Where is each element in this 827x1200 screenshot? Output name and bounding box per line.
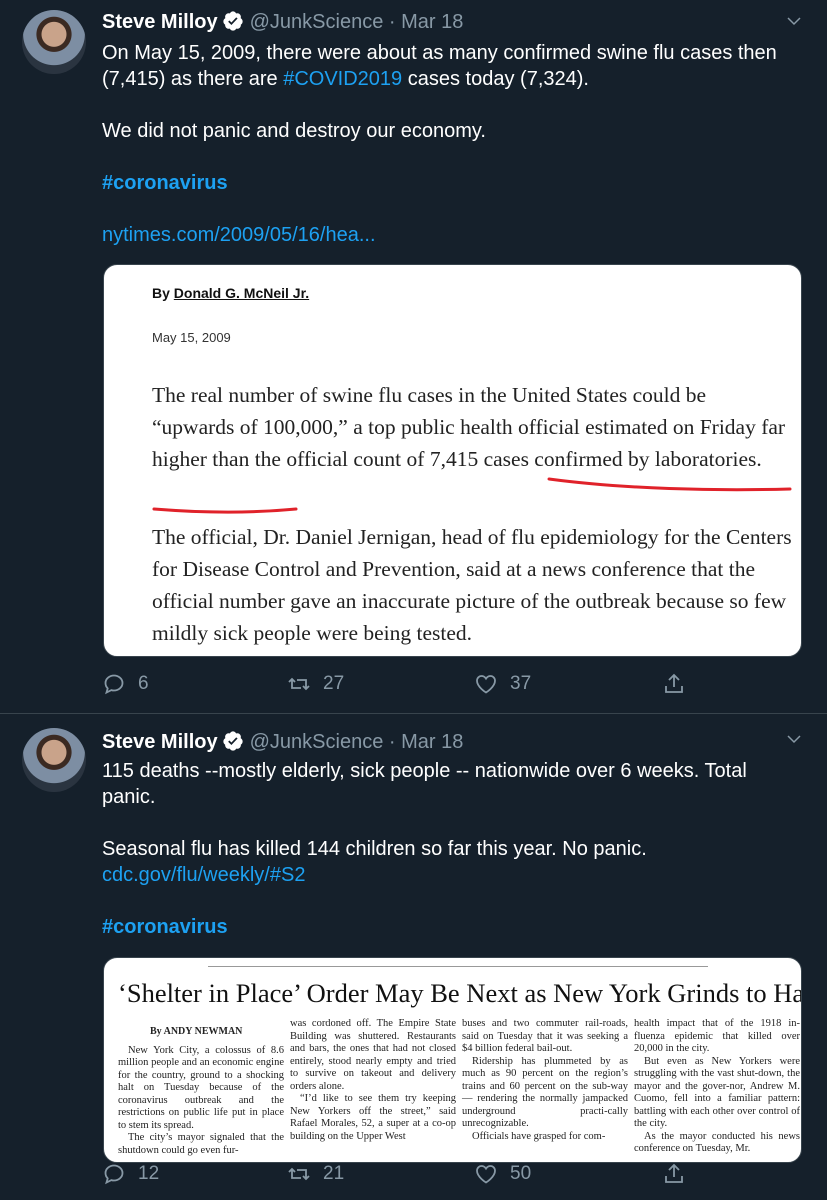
column-paragraph: buses and two commuter rail-roads, said … bbox=[462, 1018, 628, 1054]
author-handle[interactable]: @JunkScience bbox=[250, 11, 384, 33]
column-paragraph: was cordoned off. The Empire State Build… bbox=[290, 1018, 456, 1092]
article-image-card[interactable]: ‘Shelter in Place’ Order May Be Next as … bbox=[103, 957, 802, 1163]
reply-count: 12 bbox=[138, 1163, 160, 1184]
column-paragraph: “I’d like to see them try keeping New Yo… bbox=[290, 1093, 456, 1142]
article-headline: ‘Shelter in Place’ Order May Be Next as … bbox=[118, 978, 802, 1008]
tweet-header: Steve Milloy @JunkScience · Mar 18 bbox=[102, 730, 463, 754]
column-paragraph: As the mayor conducted his news conferen… bbox=[634, 1130, 800, 1155]
tweet-2[interactable]: Steve Milloy @JunkScience · Mar 18 115 de… bbox=[0, 714, 827, 1200]
share-icon bbox=[665, 673, 683, 693]
headline-rule bbox=[208, 966, 708, 967]
column-paragraph: New York City, a colossus of 8.6 million… bbox=[118, 1044, 284, 1131]
separator-dot: · bbox=[388, 11, 396, 33]
tweet-text-line: 115 deaths --mostly elderly, sick people… bbox=[102, 760, 747, 808]
reply-icon bbox=[104, 1164, 124, 1185]
column-paragraph: But even as New Yorkers were struggling … bbox=[634, 1055, 800, 1130]
like-icon bbox=[476, 675, 496, 694]
like-button[interactable]: 37 bbox=[474, 672, 531, 696]
column-paragraph: The city’s mayor signaled that the shutd… bbox=[118, 1132, 284, 1156]
article-column: buses and two commuter rail-roads, said … bbox=[462, 1018, 628, 1143]
like-button[interactable]: 50 bbox=[474, 1162, 531, 1186]
tweet-text-line: Seasonal flu has killed 144 children so … bbox=[102, 838, 647, 860]
retweet-icon bbox=[288, 1167, 310, 1181]
hashtag-link[interactable]: #COVID2019 bbox=[283, 68, 402, 90]
reply-count: 6 bbox=[138, 673, 149, 694]
reply-button[interactable]: 12 bbox=[102, 1162, 159, 1186]
retweet-icon bbox=[288, 677, 310, 691]
tweet-date[interactable]: Mar 18 bbox=[401, 11, 463, 33]
retweet-count: 27 bbox=[323, 673, 345, 694]
tweet-header: Steve Milloy @JunkScience · Mar 18 bbox=[102, 10, 463, 34]
avatar[interactable] bbox=[22, 728, 86, 792]
share-icon bbox=[665, 1163, 683, 1183]
article-column: By ANDY NEWMAN New York City, a colossus… bbox=[118, 1018, 284, 1157]
avatar[interactable] bbox=[22, 10, 86, 74]
tweet-date[interactable]: Mar 18 bbox=[401, 731, 463, 753]
article-column: was cordoned off. The Empire State Build… bbox=[290, 1018, 456, 1143]
column-paragraph: Officials have grasped for com- bbox=[472, 1130, 606, 1142]
tweet-1[interactable]: Steve Milloy @JunkScience · Mar 18 On May… bbox=[0, 0, 827, 713]
article-byline: By Donald G. McNeil Jr. bbox=[152, 285, 309, 301]
verified-badge-icon bbox=[222, 731, 243, 751]
byline-prefix: By bbox=[152, 285, 174, 301]
tweet-text-line: We did not panic and destroy our economy… bbox=[102, 120, 486, 142]
author-name[interactable]: Steve Milloy bbox=[102, 731, 218, 753]
author-handle[interactable]: @JunkScience bbox=[250, 731, 384, 753]
author-name[interactable]: Steve Milloy bbox=[102, 11, 218, 33]
column-paragraph: Ridership has plummeted by as much as 90… bbox=[462, 1055, 628, 1130]
verified-badge-icon bbox=[222, 11, 243, 31]
article-date: May 15, 2009 bbox=[152, 330, 231, 345]
tweet-actions: 6 27 37 bbox=[102, 672, 792, 702]
hashtag-link[interactable]: #coronavirus bbox=[102, 914, 802, 940]
tweet-text: On May 15, 2009, there were about as man… bbox=[102, 40, 802, 92]
article-paragraph: The official, Dr. Daniel Jernigan, head … bbox=[152, 525, 792, 645]
retweet-count: 21 bbox=[323, 1163, 345, 1184]
chevron-down-icon[interactable] bbox=[785, 730, 803, 748]
article-column: health impact that of the 1918 in-fluenz… bbox=[634, 1018, 800, 1156]
like-count: 37 bbox=[510, 673, 532, 694]
hashtag-link[interactable]: #coronavirus bbox=[102, 170, 802, 196]
tweet-actions: 12 21 50 bbox=[102, 1162, 792, 1192]
separator-dot: · bbox=[388, 731, 396, 753]
retweet-button[interactable]: 21 bbox=[287, 1162, 344, 1186]
byline-name: Donald G. McNeil Jr. bbox=[173, 285, 310, 301]
share-button[interactable] bbox=[662, 1162, 698, 1186]
tweet-text-part: cases today (7,324). bbox=[402, 68, 589, 90]
column-paragraph: health impact that of the 1918 in-fluenz… bbox=[634, 1018, 800, 1054]
like-icon bbox=[476, 1165, 496, 1184]
article-byline: By ANDY NEWMAN bbox=[150, 1026, 243, 1037]
article-link[interactable]: nytimes.com/2009/05/16/hea... bbox=[102, 222, 802, 248]
retweet-button[interactable]: 27 bbox=[287, 672, 344, 696]
like-count: 50 bbox=[510, 1163, 532, 1184]
reply-icon bbox=[104, 674, 124, 695]
reply-button[interactable]: 6 bbox=[102, 672, 149, 696]
share-button[interactable] bbox=[662, 672, 698, 696]
article-paragraph: The real number of swine flu cases in th… bbox=[152, 383, 786, 471]
article-image-card[interactable]: By Donald G. McNeil Jr. May 15, 2009 The… bbox=[103, 264, 802, 657]
article-link[interactable]: cdc.gov/flu/weekly/#S2 bbox=[102, 862, 802, 888]
chevron-down-icon[interactable] bbox=[785, 12, 803, 30]
